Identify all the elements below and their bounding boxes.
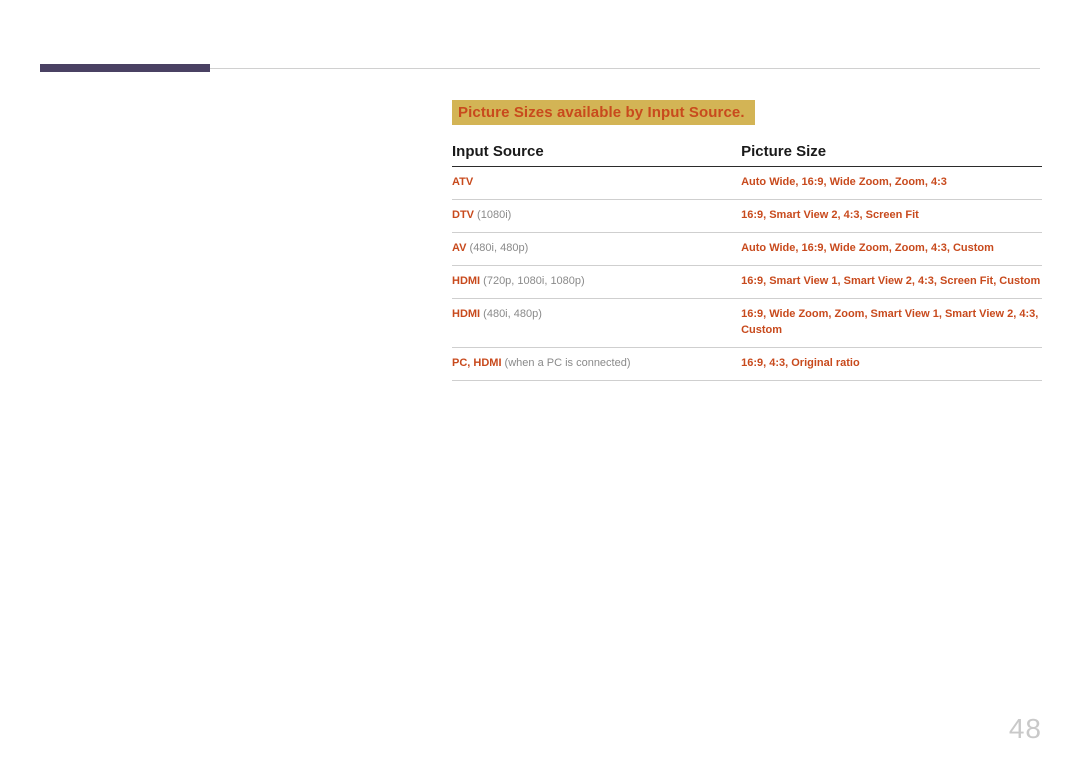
cell-picture-size: 16:9, Smart View 2, 4:3, Screen Fit (741, 208, 1042, 224)
cell-input-source: PC, HDMI (when a PC is connected) (452, 356, 741, 372)
section-title: Picture Sizes available by Input Source. (452, 100, 755, 125)
source-name: ATV (452, 176, 473, 188)
table-row: HDMI (480i, 480p) 16:9, Wide Zoom, Zoom,… (452, 299, 1042, 348)
cell-picture-size: Auto Wide, 16:9, Wide Zoom, Zoom, 4:3, C… (741, 241, 1042, 257)
source-name: HDMI (452, 308, 480, 320)
source-name: AV (452, 242, 466, 254)
source-name: DTV (452, 209, 474, 221)
cell-picture-size: Auto Wide, 16:9, Wide Zoom, Zoom, 4:3 (741, 175, 1042, 191)
sizes-table: Input Source Picture Size ATV Auto Wide,… (452, 143, 1042, 381)
cell-picture-size: 16:9, Smart View 1, Smart View 2, 4:3, S… (741, 274, 1042, 290)
cell-input-source: DTV (1080i) (452, 208, 741, 224)
table-row: PC, HDMI (when a PC is connected) 16:9, … (452, 348, 1042, 381)
source-note: (when a PC is connected) (502, 357, 631, 369)
cell-input-source: HDMI (480i, 480p) (452, 307, 741, 323)
table-row: AV (480i, 480p) Auto Wide, 16:9, Wide Zo… (452, 233, 1042, 266)
table-row: HDMI (720p, 1080i, 1080p) 16:9, Smart Vi… (452, 266, 1042, 299)
source-note: (480i, 480p) (466, 242, 528, 254)
source-name: HDMI (452, 275, 480, 287)
table-row: DTV (1080i) 16:9, Smart View 2, 4:3, Scr… (452, 200, 1042, 233)
cell-input-source: HDMI (720p, 1080i, 1080p) (452, 274, 741, 290)
accent-bar (40, 64, 210, 72)
cell-input-source: AV (480i, 480p) (452, 241, 741, 257)
main-content: Picture Sizes available by Input Source.… (452, 100, 1042, 381)
source-name: PC, HDMI (452, 357, 502, 369)
table-header-row: Input Source Picture Size (452, 143, 1042, 167)
source-note: (1080i) (474, 209, 511, 221)
cell-picture-size: 16:9, 4:3, Original ratio (741, 356, 1042, 372)
cell-input-source: ATV (452, 175, 741, 191)
source-note: (480i, 480p) (480, 308, 542, 320)
source-note: (720p, 1080i, 1080p) (480, 275, 585, 287)
cell-picture-size: 16:9, Wide Zoom, Zoom, Smart View 1, Sma… (741, 307, 1042, 339)
table-row: ATV Auto Wide, 16:9, Wide Zoom, Zoom, 4:… (452, 167, 1042, 200)
header-input-source: Input Source (452, 143, 741, 160)
header-picture-size: Picture Size (741, 143, 1042, 160)
page-number: 48 (1009, 713, 1042, 745)
